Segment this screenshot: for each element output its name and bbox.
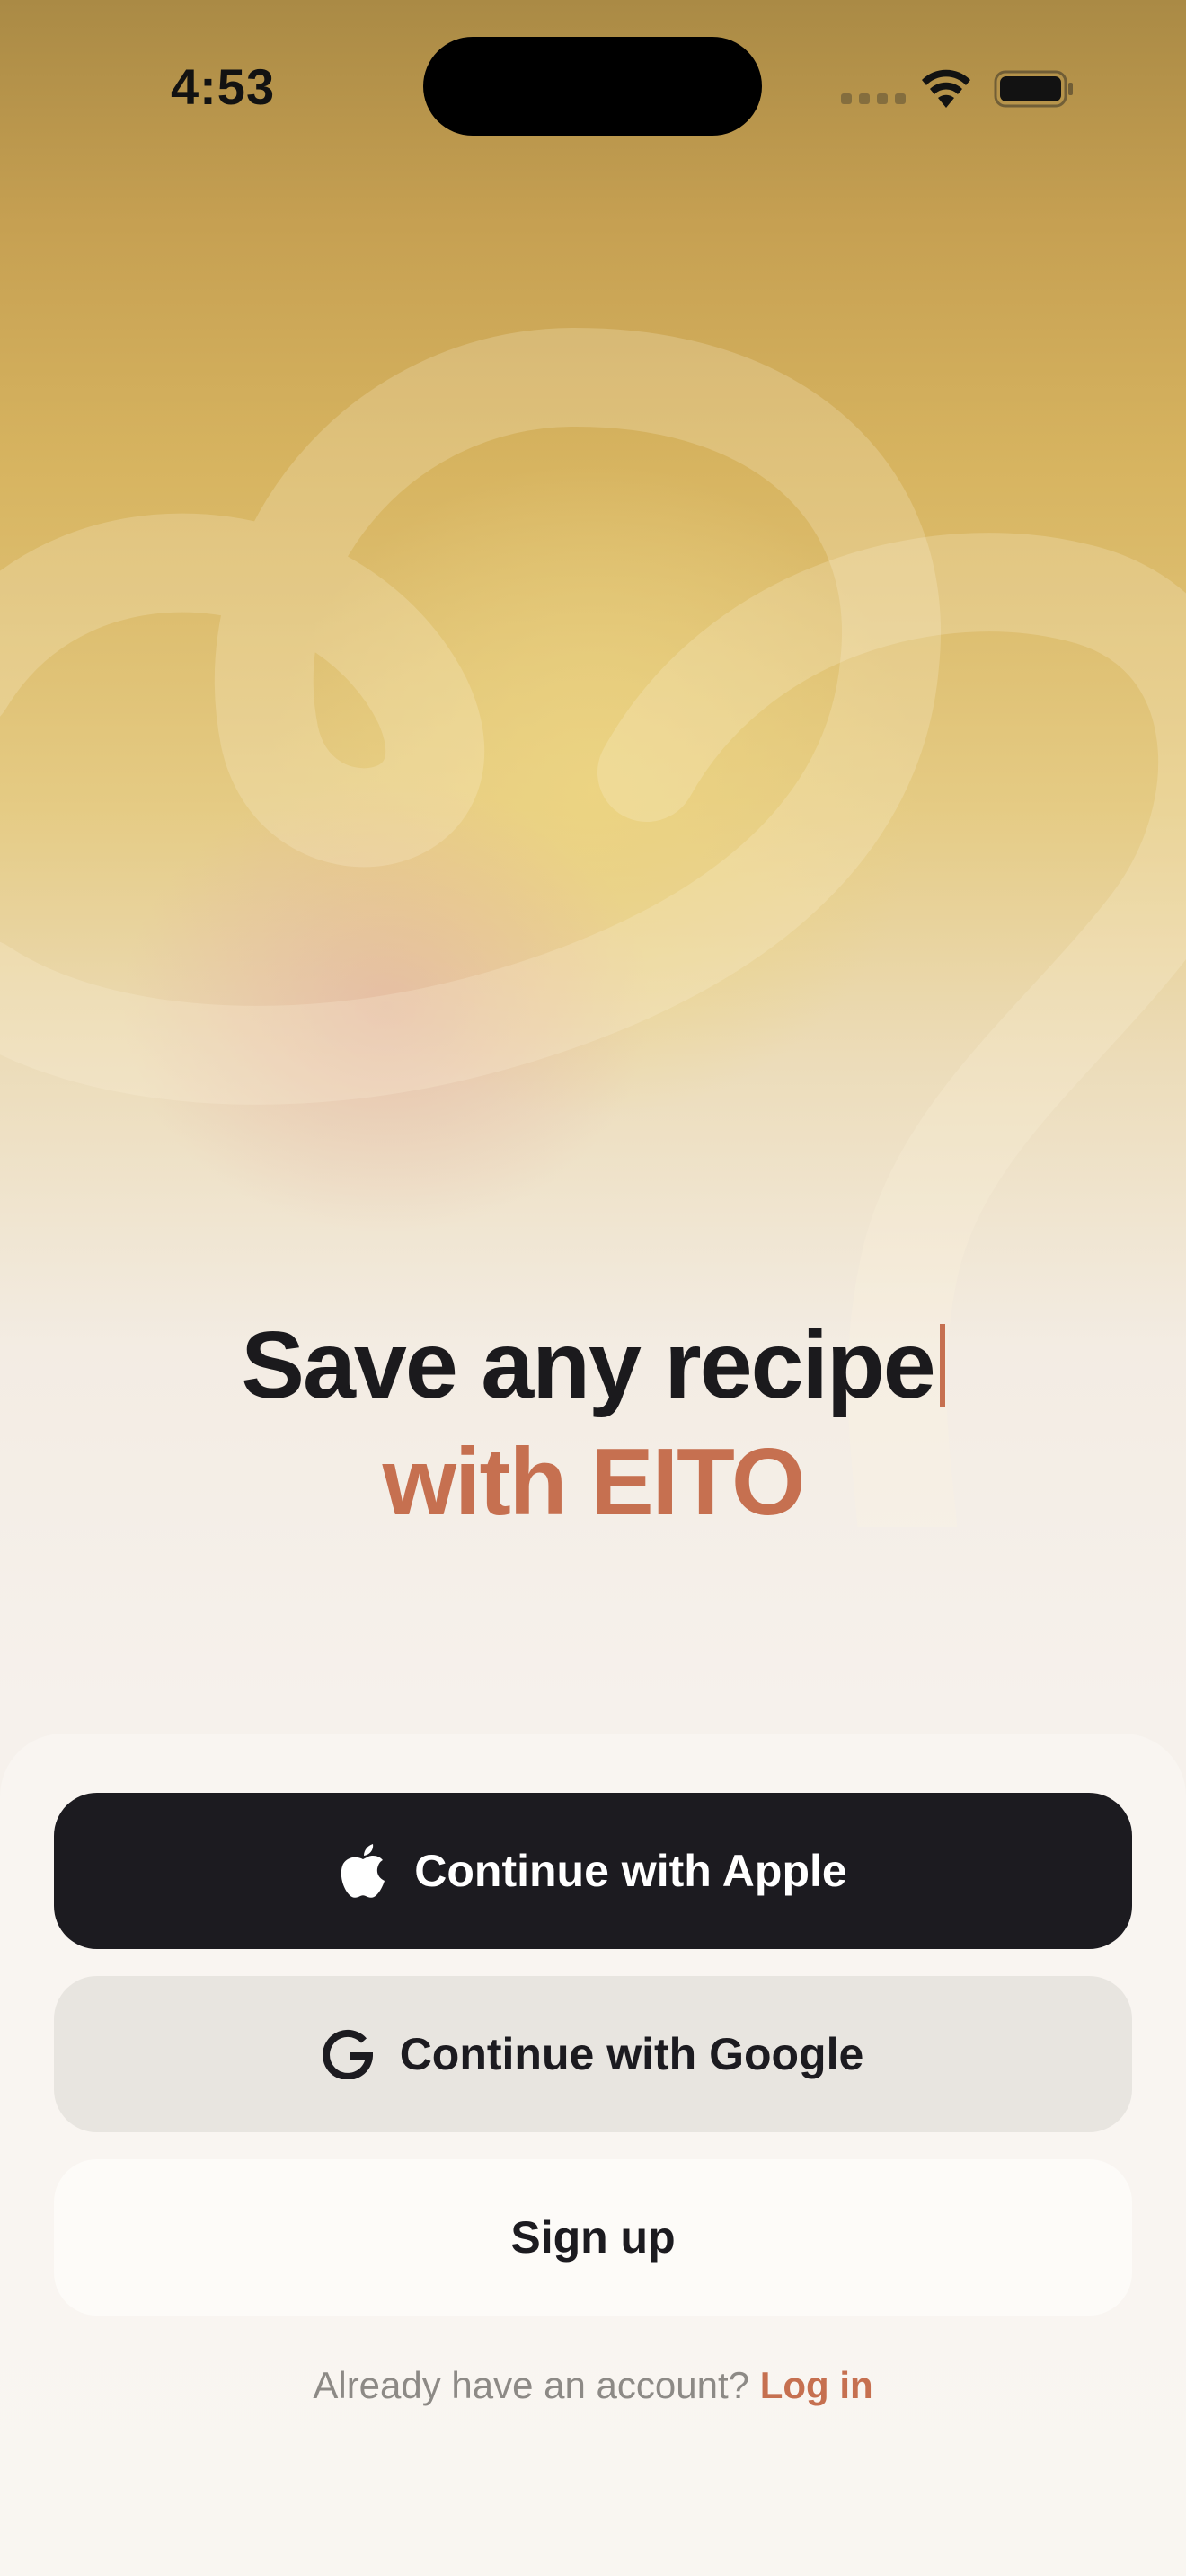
- login-prompt: Already have an account? Log in: [0, 2364, 1186, 2407]
- apple-icon: [339, 1843, 387, 1899]
- continue-with-apple-button[interactable]: Continue with Apple: [54, 1793, 1132, 1949]
- background-swirl: [0, 327, 1186, 1527]
- log-in-link[interactable]: Log in: [760, 2364, 873, 2406]
- status-time: 4:53: [171, 58, 276, 115]
- dynamic-island: [423, 37, 762, 136]
- continue-with-apple-label: Continue with Apple: [414, 1846, 847, 1896]
- onboarding-screen: 4:53 Save any recipe with EITO Continue …: [0, 0, 1186, 2576]
- battery-icon: [994, 70, 1073, 108]
- sign-up-label: Sign up: [510, 2212, 676, 2263]
- continue-with-google-label: Continue with Google: [399, 2029, 864, 2079]
- headline-title: Save any recipe: [0, 1311, 1186, 1420]
- headline-subtitle: with EITO: [382, 1429, 806, 1535]
- google-icon: [322, 2029, 373, 2079]
- cellular-signal-icon: [841, 93, 906, 104]
- headline-line1: Save any recipe: [241, 1312, 935, 1418]
- continue-with-google-button[interactable]: Continue with Google: [54, 1976, 1132, 2132]
- sign-up-button[interactable]: Sign up: [54, 2159, 1132, 2316]
- text-caret: [939, 1324, 945, 1407]
- wifi-icon: [922, 69, 970, 108]
- login-prompt-text: Already have an account?: [313, 2364, 750, 2406]
